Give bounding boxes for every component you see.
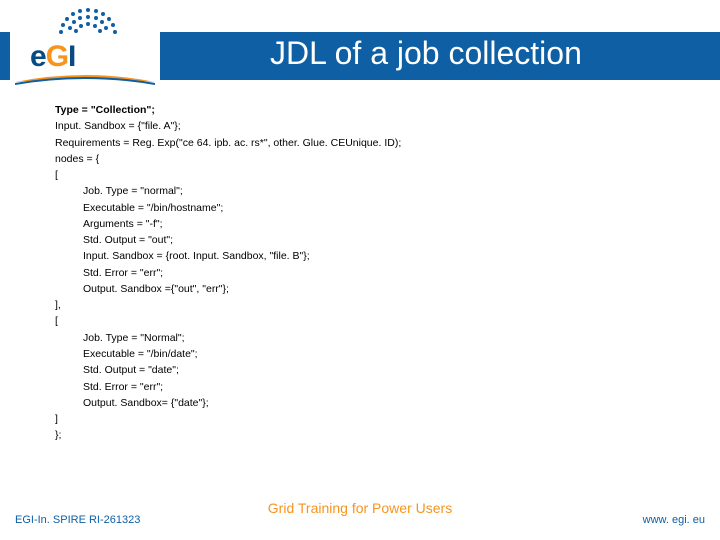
footer-right: www. egi. eu [643, 514, 705, 526]
logo-dots-icon [38, 6, 138, 42]
logo-text: eGI [30, 40, 75, 74]
logo-letter-e: e [30, 40, 46, 73]
footer-left: EGI-In. SPIRE RI-261323 [15, 514, 140, 526]
code-line: nodes = { [55, 151, 675, 167]
code-line: Std. Error = "err"; [83, 265, 675, 281]
code-line: ] [55, 411, 675, 427]
logo-letter-i: I [68, 40, 75, 73]
code-line: Requirements = Reg. Exp("ce 64. ipb. ac.… [55, 135, 675, 151]
code-line: [ [55, 313, 675, 329]
logo-letter-g: G [46, 40, 68, 73]
code-line: Std. Error = "err"; [83, 379, 675, 395]
logo: eGI [10, 2, 160, 87]
footer: Grid Training for Power Users EGI-In. SP… [0, 502, 720, 530]
code-line: Input. Sandbox = {root. Input. Sandbox, … [83, 248, 675, 264]
code-line: Type = "Collection"; [55, 102, 675, 118]
code-line: Input. Sandbox = {"file. A"}; [55, 118, 675, 134]
code-line: Std. Output = "date"; [83, 362, 675, 378]
logo-swoosh-icon [15, 72, 155, 86]
code-line: Std. Output = "out"; [83, 232, 675, 248]
code-line: Executable = "/bin/hostname"; [83, 200, 675, 216]
code-line: Output. Sandbox ={"out", "err"}; [83, 281, 675, 297]
code-line: }; [55, 427, 675, 443]
page-title: JDL of a job collection [270, 35, 582, 72]
code-line: [ [55, 167, 675, 183]
code-line: Executable = "/bin/date"; [83, 346, 675, 362]
code-line: Output. Sandbox= {"date"}; [83, 395, 675, 411]
code-line: ], [55, 297, 675, 313]
code-line: Arguments = "-f"; [83, 216, 675, 232]
code-line: Job. Type = "Normal"; [83, 330, 675, 346]
code-line: Job. Type = "normal"; [83, 183, 675, 199]
jdl-code-block: Type = "Collection"; Input. Sandbox = {"… [55, 102, 675, 444]
